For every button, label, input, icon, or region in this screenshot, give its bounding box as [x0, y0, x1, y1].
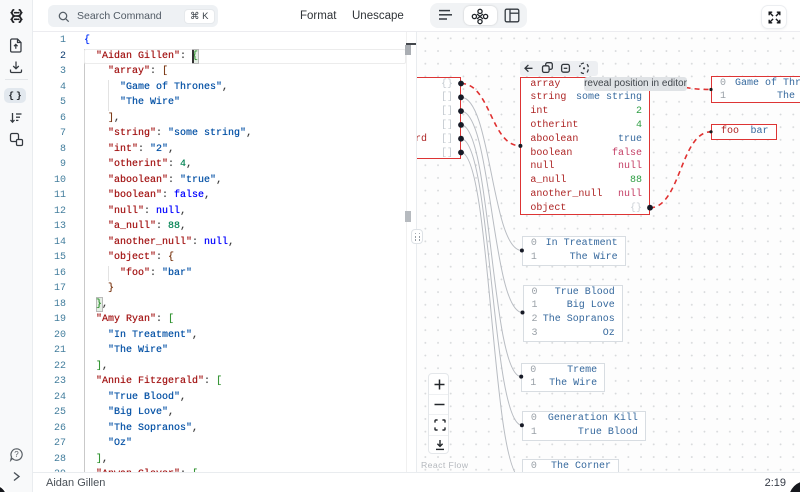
- svg-text:?: ?: [14, 450, 19, 459]
